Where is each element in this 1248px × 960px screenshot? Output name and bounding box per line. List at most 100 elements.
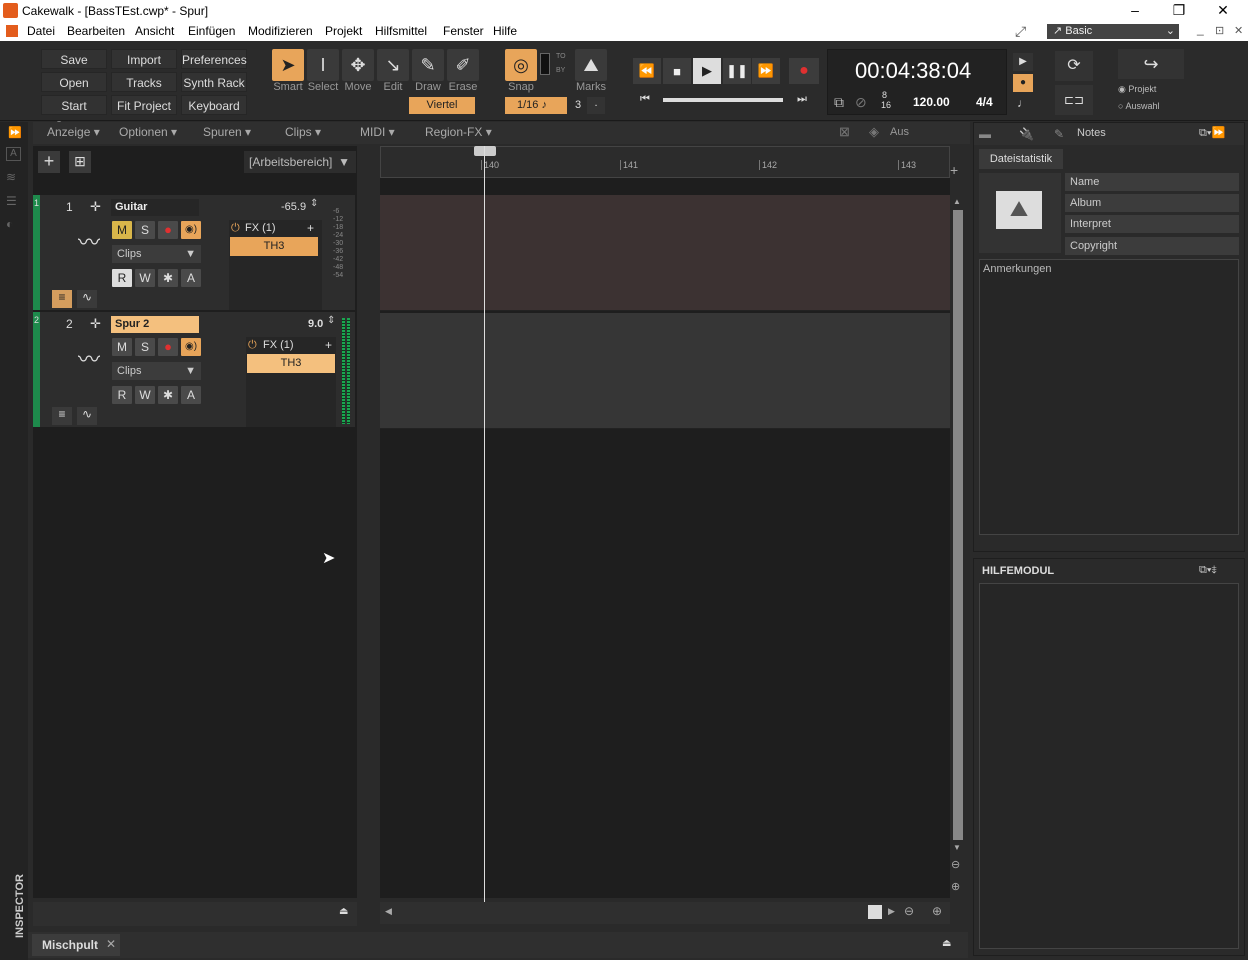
fit-project-button[interactable]: Fit Project [111, 95, 177, 115]
track-2-add-fx-icon[interactable]: + [325, 338, 332, 352]
expand-dock-icon[interactable]: ⏏ [942, 938, 951, 949]
track-1-mute-button[interactable]: M [112, 221, 132, 239]
track-1-volume-spinner-icon[interactable]: ⇕ [310, 198, 318, 209]
track-2-read-automation-button[interactable]: R [112, 386, 132, 404]
menu-modifizieren[interactable]: Modifizieren [248, 24, 313, 38]
snap-count[interactable]: 3 [575, 99, 581, 111]
track-2-write-automation-button[interactable]: W [135, 386, 155, 404]
track-2-freeze-button[interactable]: ✱ [158, 386, 178, 404]
menu-einfuegen[interactable]: Einfügen [188, 24, 235, 38]
track-1-freeze-button[interactable]: ✱ [158, 269, 178, 287]
snap-dot-toggle[interactable]: . [587, 97, 605, 114]
track-2-plugin-th3[interactable]: TH3 [247, 354, 335, 373]
select-tool-button[interactable]: I [307, 49, 339, 81]
media-browser-icon[interactable]: ▬ [979, 127, 991, 141]
track-2-record-arm-button[interactable]: ● [158, 338, 178, 356]
track-1-volume[interactable]: -65.9 [281, 201, 306, 213]
export-option-auswahl[interactable]: ○ Auswahl [1118, 101, 1159, 111]
scroll-left-icon[interactable]: ◀ [385, 906, 392, 917]
minimize-button[interactable]: – [1120, 2, 1150, 20]
punch-icon[interactable]: ⊏⊐ [1055, 85, 1093, 115]
automation-mode-select[interactable]: Aus [890, 126, 909, 138]
marks-button[interactable]: ⛰ [575, 49, 607, 81]
track-1-lane[interactable] [380, 195, 950, 311]
track-1-write-automation-button[interactable]: W [135, 269, 155, 287]
keyboard-button[interactable]: Keyboard [181, 95, 247, 115]
edit-tool-button[interactable]: ↘ [377, 49, 409, 81]
auto-punch-icon[interactable]: ● [1013, 74, 1033, 92]
audio-icon[interactable]: ≋ [6, 170, 16, 184]
snap-button[interactable]: ◎ [505, 49, 537, 81]
open-button[interactable]: Open [41, 72, 107, 92]
draw-tool-button[interactable]: ✎ [412, 49, 444, 81]
restore-button[interactable]: ❐ [1164, 2, 1194, 20]
name-field[interactable]: Name [1065, 173, 1239, 191]
fast-forward-button[interactable]: ⏩ [752, 58, 780, 84]
arranger-icon[interactable]: A [6, 147, 21, 161]
zoom-in-horizontal-icon[interactable]: ⊕ [932, 904, 942, 918]
track-2[interactable]: 2 2 ✛ Spur 2 9.0 ⇕ 〰 M S ● ◉) Clips ▼ R W… [33, 312, 355, 427]
duplicate-track-icon[interactable]: ⊞ [69, 151, 91, 173]
mdi-close-button[interactable]: ✕ [1234, 24, 1243, 37]
browser-options-icon[interactable]: ⧉▾⏩ [1199, 126, 1225, 140]
splitter-bar[interactable] [357, 146, 379, 898]
now-time-display[interactable]: 00:04:38:04 [855, 58, 971, 84]
zoom-out-horizontal-icon[interactable]: ⊖ [904, 904, 914, 918]
track-2-automation-icon[interactable]: ∿ [77, 407, 97, 425]
go-to-start-icon[interactable]: ⏮ [640, 93, 650, 106]
menu-hilfe[interactable]: Hilfe [493, 24, 517, 38]
now-time-marker[interactable] [474, 146, 496, 156]
track-1-lanes-icon[interactable]: ≡ [52, 290, 72, 308]
menu-hilfsmittel[interactable]: Hilfsmittel [375, 24, 427, 38]
track-2-input-echo-button[interactable]: ◉) [181, 338, 201, 356]
track-2-fx-power-icon[interactable]: ⏻ [248, 339, 257, 352]
track-1-solo-button[interactable]: S [135, 221, 155, 239]
track-1-input-echo-button[interactable]: ◉) [181, 221, 201, 239]
add-track-icon[interactable]: + [38, 151, 60, 173]
inspector-label[interactable]: INSPECTOR [14, 874, 26, 938]
help-options-icon[interactable]: ⧉▾⇟ [1199, 564, 1217, 577]
loop-icon[interactable]: ⟳ [1055, 51, 1093, 81]
export-option-projekt[interactable]: ◉ Projekt [1118, 84, 1156, 95]
pause-button[interactable]: ❚❚ [723, 58, 751, 84]
workspace-selector-trackpane[interactable]: [Arbeitsbereich] ▼ [244, 151, 356, 173]
cover-art-frame[interactable]: ⛰ [979, 173, 1061, 253]
resize-arrow-icon[interactable]: ⤢ [1015, 23, 1026, 40]
track-2-archive-button[interactable]: A [181, 386, 201, 404]
import-button[interactable]: Import [111, 49, 177, 69]
offset-icon[interactable]: ◈ [869, 124, 879, 140]
track-2-solo-button[interactable]: S [135, 338, 155, 356]
menu-anzeige[interactable]: Anzeige ▾ [47, 125, 100, 139]
metronome-icon[interactable]: ♩ [1013, 96, 1033, 114]
now-time-slider[interactable] [663, 98, 783, 102]
horizontal-scroll-thumb[interactable] [868, 905, 882, 919]
menu-ansicht[interactable]: Ansicht [135, 24, 174, 38]
smart-tool-button[interactable]: ➤ [272, 49, 304, 81]
play-button[interactable]: ▶ [693, 58, 721, 84]
track-2-volume[interactable]: 9.0 [308, 318, 323, 330]
start-screen-button[interactable]: Start Screen [41, 95, 107, 133]
scroll-down-icon[interactable]: ▼ [953, 843, 961, 852]
vertical-scroll-thumb[interactable] [953, 210, 963, 840]
track-1-automation-icon[interactable]: ∿ [77, 290, 97, 308]
plugin-browser-icon[interactable]: 🔌 [1019, 127, 1034, 141]
menu-bearbeiten[interactable]: Bearbeiten [67, 24, 125, 38]
mdi-minimize-button[interactable]: _ [1197, 22, 1204, 36]
track-2-lanes-icon[interactable]: ≡ [52, 407, 72, 425]
mdi-restore-button[interactable]: ⊡ [1215, 24, 1224, 37]
menu-fenster[interactable]: Fenster [443, 24, 484, 38]
workspace-selector[interactable]: ↗ Basic ⌄ [1047, 24, 1179, 39]
track-1-archive-button[interactable]: A [181, 269, 201, 287]
track-2-name-field[interactable]: Spur 2 [111, 316, 199, 333]
track-2-volume-spinner-icon[interactable]: ⇕ [327, 315, 335, 326]
erase-tool-button[interactable]: ✐ [447, 49, 479, 81]
dateistatistik-tab[interactable]: Dateistatistik [979, 149, 1063, 169]
expand-inspector-icon[interactable]: ⏩ [8, 126, 22, 139]
tracks-button[interactable]: Tracks [111, 72, 177, 92]
snap-mode-toggle[interactable] [540, 53, 550, 75]
track-1[interactable]: 1 1 ✛ Guitar -65.9 ⇕ 〰 M S ● ◉) Clips ▼ R… [33, 195, 355, 310]
go-to-end-icon[interactable]: ⏭ [797, 93, 807, 106]
close-window-button[interactable]: ✕ [1208, 2, 1238, 20]
menu-optionen[interactable]: Optionen ▾ [119, 125, 177, 139]
menu-projekt[interactable]: Projekt [325, 24, 362, 38]
